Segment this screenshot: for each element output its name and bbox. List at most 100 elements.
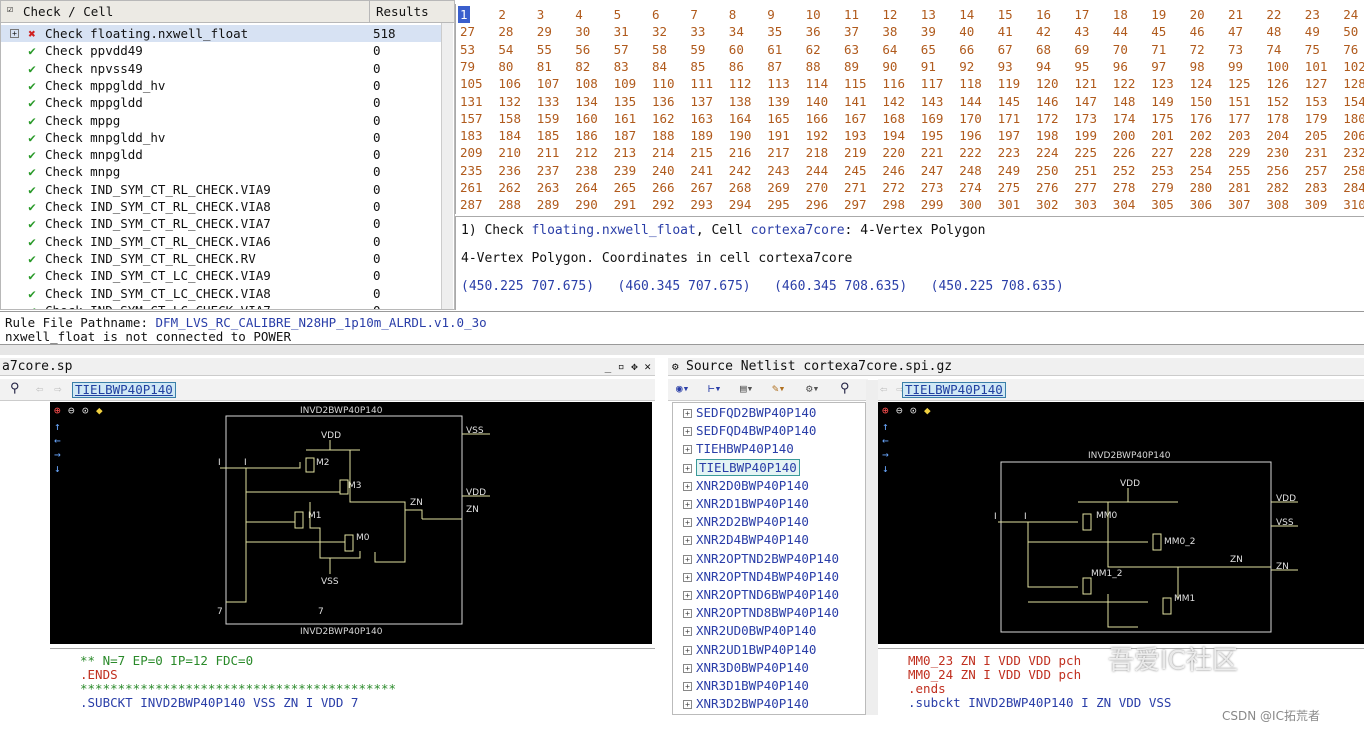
result-number[interactable]: 41 <box>998 24 1036 39</box>
result-number[interactable]: 272 <box>882 180 920 195</box>
result-number[interactable]: 69 <box>1074 42 1112 57</box>
result-number[interactable]: 300 <box>959 197 997 212</box>
result-number[interactable]: 47 <box>1228 24 1266 39</box>
result-number[interactable]: 114 <box>806 76 844 91</box>
result-number[interactable]: 37 <box>844 24 882 39</box>
source-highlight-icon[interactable]: ◆ <box>924 404 931 417</box>
result-number[interactable]: 27 <box>460 24 498 39</box>
check-row[interactable]: ✔ Check mnpgldd_hv 0 <box>1 129 441 146</box>
result-number[interactable]: 271 <box>844 180 882 195</box>
panel-splitter[interactable] <box>0 345 1364 355</box>
result-number[interactable]: 180 <box>1343 111 1364 126</box>
result-number[interactable]: 54 <box>498 42 536 57</box>
source-back-arrow-icon[interactable]: ⇦ <box>880 381 888 396</box>
result-number[interactable]: 14 <box>959 7 997 22</box>
result-number[interactable]: 231 <box>1305 145 1343 160</box>
result-number[interactable]: 141 <box>844 94 882 109</box>
expand-icon[interactable]: + <box>683 591 692 600</box>
result-number[interactable]: 223 <box>998 145 1036 160</box>
source-cell-item[interactable]: + XNR2OPTND8BWP40P140 <box>683 604 839 622</box>
result-number[interactable]: 75 <box>1305 42 1343 57</box>
result-number[interactable]: 183 <box>460 128 498 143</box>
brush-icon[interactable]: ✎▾ <box>772 382 785 395</box>
result-number[interactable]: 269 <box>767 180 805 195</box>
result-number[interactable]: 154 <box>1343 94 1364 109</box>
result-number[interactable]: 241 <box>690 163 728 178</box>
result-number[interactable]: 222 <box>959 145 997 160</box>
result-number[interactable]: 39 <box>921 24 959 39</box>
result-number[interactable]: 175 <box>1151 111 1189 126</box>
source-cell-item[interactable]: + XNR2UD1BWP40P140 <box>683 641 816 659</box>
result-number[interactable]: 128 <box>1343 76 1364 91</box>
result-number[interactable]: 224 <box>1036 145 1074 160</box>
check-row[interactable]: ✔ Check IND_SYM_CT_RL_CHECK.VIA7 0 <box>1 215 441 232</box>
result-number[interactable]: 56 <box>575 42 613 57</box>
result-number[interactable]: 22 <box>1266 7 1304 22</box>
description-check-name[interactable]: floating.nxwell_float <box>531 223 695 238</box>
result-number[interactable]: 138 <box>729 94 767 109</box>
expand-icon[interactable]: + <box>683 409 692 418</box>
source-cell-item[interactable]: + XNR2D4BWP40P140 <box>683 531 809 549</box>
check-row[interactable]: ✔ Check mppgldd 0 <box>1 94 441 111</box>
result-number[interactable]: 1 <box>460 7 498 22</box>
result-number[interactable]: 266 <box>652 180 690 195</box>
result-number[interactable]: 258 <box>1343 163 1364 178</box>
result-number[interactable]: 120 <box>1036 76 1074 91</box>
source-cell-item[interactable]: + XNR2OPTND2BWP40P140 <box>683 550 839 568</box>
result-number[interactable]: 236 <box>498 163 536 178</box>
result-number[interactable]: 89 <box>844 59 882 74</box>
result-number[interactable]: 81 <box>537 59 575 74</box>
result-number[interactable]: 200 <box>1113 128 1151 143</box>
result-number[interactable]: 214 <box>652 145 690 160</box>
result-number[interactable]: 232 <box>1343 145 1364 160</box>
expand-icon[interactable]: + <box>10 29 19 38</box>
result-number[interactable]: 157 <box>460 111 498 126</box>
result-number[interactable]: 84 <box>652 59 690 74</box>
result-number[interactable]: 296 <box>806 197 844 212</box>
result-number[interactable]: 43 <box>1074 24 1112 39</box>
expand-icon[interactable]: + <box>683 554 692 564</box>
result-number[interactable]: 7 <box>690 7 728 22</box>
result-number[interactable]: 230 <box>1266 145 1304 160</box>
result-number[interactable]: 252 <box>1113 163 1151 178</box>
result-number[interactable]: 257 <box>1305 163 1343 178</box>
hierarchy-icon[interactable]: ⊢▾ <box>708 382 721 395</box>
result-number[interactable]: 246 <box>882 163 920 178</box>
result-number[interactable]: 118 <box>959 76 997 91</box>
result-number[interactable]: 35 <box>767 24 805 39</box>
result-number[interactable]: 119 <box>998 76 1036 91</box>
view-options-icon[interactable]: ◉▾ <box>676 382 689 395</box>
result-number[interactable]: 282 <box>1266 180 1304 195</box>
result-number[interactable]: 11 <box>844 7 882 22</box>
result-number[interactable]: 176 <box>1190 111 1228 126</box>
result-number[interactable]: 304 <box>1113 197 1151 212</box>
result-number[interactable]: 115 <box>844 76 882 91</box>
result-number[interactable]: 112 <box>729 76 767 91</box>
result-number[interactable]: 137 <box>690 94 728 109</box>
check-row[interactable]: ✔ Check IND_SYM_CT_LC_CHECK.VIA7 0 <box>1 302 441 309</box>
result-number[interactable]: 116 <box>882 76 920 91</box>
result-number[interactable]: 301 <box>998 197 1036 212</box>
result-number[interactable]: 113 <box>767 76 805 91</box>
pan-up-icon[interactable]: ↑ <box>54 420 61 433</box>
source-cell-nav-field[interactable]: TIELBWP40P140 <box>902 382 1006 398</box>
result-number[interactable]: 205 <box>1305 128 1343 143</box>
result-number[interactable]: 209 <box>460 145 498 160</box>
result-number[interactable]: 148 <box>1113 94 1151 109</box>
result-number[interactable]: 221 <box>921 145 959 160</box>
result-number[interactable]: 91 <box>921 59 959 74</box>
result-number[interactable]: 94 <box>1036 59 1074 74</box>
result-number[interactable]: 23 <box>1305 7 1343 22</box>
zoom-out-icon[interactable]: ⊖ <box>68 404 75 417</box>
source-pan-down-icon[interactable]: ↓ <box>882 462 889 475</box>
result-number[interactable]: 202 <box>1190 128 1228 143</box>
check-row[interactable]: ✔ Check IND_SYM_CT_LC_CHECK.VIA8 0 <box>1 285 441 302</box>
result-number[interactable]: 254 <box>1190 163 1228 178</box>
check-row[interactable]: ✔ Check mnpg 0 <box>1 163 441 180</box>
result-number[interactable]: 146 <box>1036 94 1074 109</box>
document-icon[interactable]: ▤▾ <box>740 382 753 395</box>
result-number[interactable]: 133 <box>537 94 575 109</box>
result-number[interactable]: 273 <box>921 180 959 195</box>
result-number[interactable]: 3 <box>537 7 575 22</box>
result-number[interactable]: 160 <box>575 111 613 126</box>
